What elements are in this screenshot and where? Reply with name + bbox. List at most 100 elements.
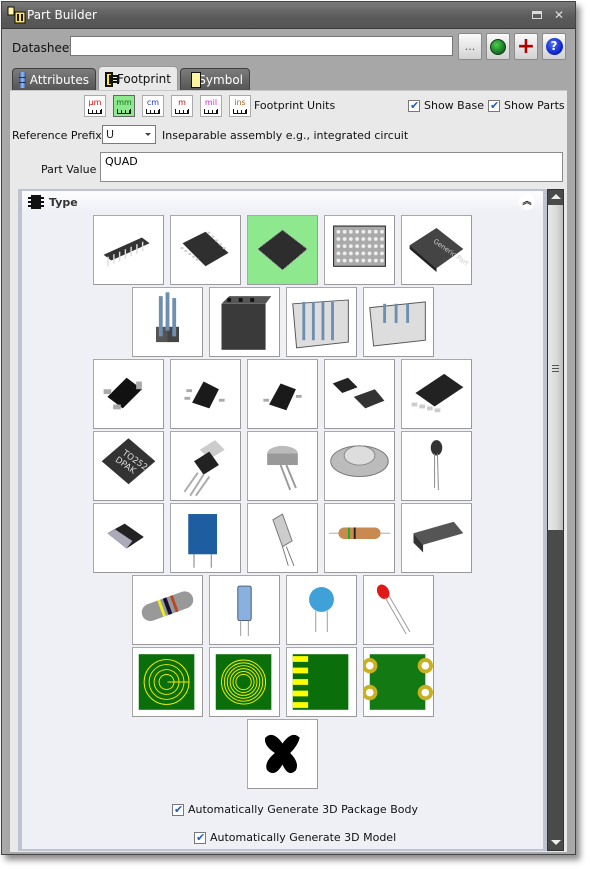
package-type-socket-header[interactable] — [208, 287, 280, 357]
tab-attributes[interactable]: Attributes — [12, 68, 96, 90]
package-image-icon — [184, 381, 225, 409]
package-type-molded-diode[interactable] — [401, 503, 472, 573]
package-image-icon — [221, 296, 271, 350]
type-header: Type ︽ — [22, 191, 543, 213]
package-image-icon — [263, 383, 302, 411]
package-type-ceramic-disc-capacitor[interactable] — [285, 575, 357, 645]
checkbox-box[interactable] — [488, 99, 500, 112]
checkbox-box[interactable] — [408, 99, 420, 112]
package-image-icon — [155, 292, 179, 343]
unit-ins-button[interactable]: ins — [229, 95, 251, 117]
scroll-up-arrow-icon[interactable] — [548, 190, 563, 204]
content-area: Datasheet ... + ? Attributes Symbol Foot… — [6, 30, 571, 852]
package-row — [22, 719, 543, 789]
package-row: Generic Part — [22, 215, 543, 285]
package-type-bga[interactable] — [324, 215, 395, 285]
ruler-icon — [117, 109, 131, 114]
close-button[interactable]: ✕ — [551, 7, 567, 23]
package-image-icon: TO252DPAK — [101, 438, 156, 485]
package-type-melf[interactable] — [131, 575, 203, 645]
package-type-sot-89[interactable] — [324, 359, 395, 429]
auto-generate-3d-model-checkbox[interactable]: Automatically Generate 3D Model — [194, 831, 396, 844]
package-type-edge-connector[interactable] — [285, 647, 357, 717]
datasheet-input[interactable] — [70, 36, 453, 56]
add-button[interactable]: + — [514, 33, 538, 60]
vertical-scrollbar[interactable] — [547, 189, 564, 851]
package-type-crystal[interactable] — [247, 503, 318, 573]
scroll-down-arrow-icon[interactable] — [548, 836, 563, 850]
package-image-icon — [138, 654, 194, 710]
package-image-icon — [236, 585, 252, 636]
package-type-to-39-can[interactable] — [247, 431, 318, 501]
scrollbar-thumb[interactable] — [548, 205, 563, 530]
browse-button[interactable]: ... — [458, 33, 482, 60]
package-image-icon — [308, 587, 334, 633]
unit-um-button[interactable]: µm — [84, 95, 106, 117]
part-value-input[interactable]: QUAD — [100, 152, 563, 182]
package-type-dip[interactable] — [93, 215, 164, 285]
package-type-pin-header[interactable] — [131, 287, 203, 357]
package-type-soic[interactable] — [170, 215, 241, 285]
auto-generate-3d-model-label: Automatically Generate 3D Model — [210, 831, 397, 844]
unit-mil-button[interactable]: mil — [200, 95, 222, 117]
package-image-icon — [330, 445, 389, 478]
package-type-sc-70[interactable] — [247, 359, 318, 429]
collapse-button[interactable]: ︽ — [519, 194, 535, 210]
tab-symbol[interactable]: Symbol — [180, 68, 250, 90]
checkbox-box[interactable] — [194, 831, 206, 844]
package-image-icon — [180, 231, 229, 267]
checkbox-box[interactable] — [172, 803, 184, 816]
tab-label: Attributes — [29, 72, 89, 87]
plus-icon: + — [516, 33, 536, 59]
package-type-wire-to-board-header[interactable] — [362, 287, 434, 357]
package-type-film-capacitor[interactable] — [170, 503, 241, 573]
component-icon — [28, 195, 44, 209]
package-type-spiral-inductor[interactable] — [131, 647, 203, 717]
package-type-qfp[interactable] — [247, 215, 318, 285]
package-image-icon — [332, 377, 385, 409]
ellipsis-icon: ... — [464, 40, 476, 53]
package-image-icon — [183, 440, 225, 497]
maximize-button[interactable] — [529, 7, 545, 23]
package-type-pad-array[interactable] — [362, 647, 434, 717]
package-type-axial-resistor[interactable] — [324, 503, 395, 573]
part-builder-app-icon — [7, 6, 26, 24]
help-button[interactable]: ? — [542, 33, 566, 60]
package-type-sot-23[interactable] — [93, 359, 164, 429]
show-parts-checkbox[interactable]: Show Parts — [488, 99, 565, 112]
package-image-icon — [430, 440, 443, 490]
package-image-icon — [272, 513, 295, 566]
package-image-icon — [215, 654, 271, 710]
show-base-checkbox[interactable]: Show Base — [408, 99, 484, 112]
package-type-chip[interactable] — [93, 503, 164, 573]
unit-m-button[interactable]: m — [171, 95, 193, 117]
close-icon: ✕ — [553, 8, 565, 22]
ruler-icon — [204, 109, 218, 114]
package-type-to-220[interactable] — [170, 431, 241, 501]
package-type-to-92[interactable] — [401, 431, 472, 501]
package-type-round-spiral-inductor[interactable] — [208, 647, 280, 717]
package-image-icon — [292, 654, 348, 710]
package-type-generic-part[interactable]: Generic Part — [401, 215, 472, 285]
package-type-sot-223[interactable] — [401, 359, 472, 429]
package-type-to-3[interactable] — [324, 431, 395, 501]
tab-footprint[interactable]: Footprint — [98, 66, 178, 91]
web-search-button[interactable] — [486, 33, 510, 60]
type-title: Type — [49, 196, 78, 209]
package-type-sot-23-5[interactable] — [170, 359, 241, 429]
reference-prefix-select[interactable]: U — [102, 125, 156, 144]
reference-prefix-value: U — [106, 128, 115, 141]
unit-cm-button[interactable]: cm — [142, 95, 164, 117]
symbol-icon — [187, 72, 204, 88]
package-type-none[interactable] — [247, 719, 318, 789]
package-type-to252-dpak[interactable]: TO252 DPAK — [93, 431, 164, 501]
part-value-label: Part Value — [41, 163, 97, 176]
package-type-led[interactable] — [362, 575, 434, 645]
auto-generate-3d-body-checkbox[interactable]: Automatically Generate 3D Package Body — [172, 803, 418, 816]
package-type-shrouded-header[interactable] — [285, 287, 357, 357]
part-builder-window: Part Builder ✕ Datasheet ... + ? Attribu… — [1, 1, 576, 855]
package-type-grid: Generic Part TO252 DPAK — [22, 215, 543, 791]
unit-label: mil — [204, 98, 218, 107]
package-type-electrolytic-capacitor[interactable] — [208, 575, 280, 645]
unit-mm-button[interactable]: mm — [113, 95, 135, 117]
